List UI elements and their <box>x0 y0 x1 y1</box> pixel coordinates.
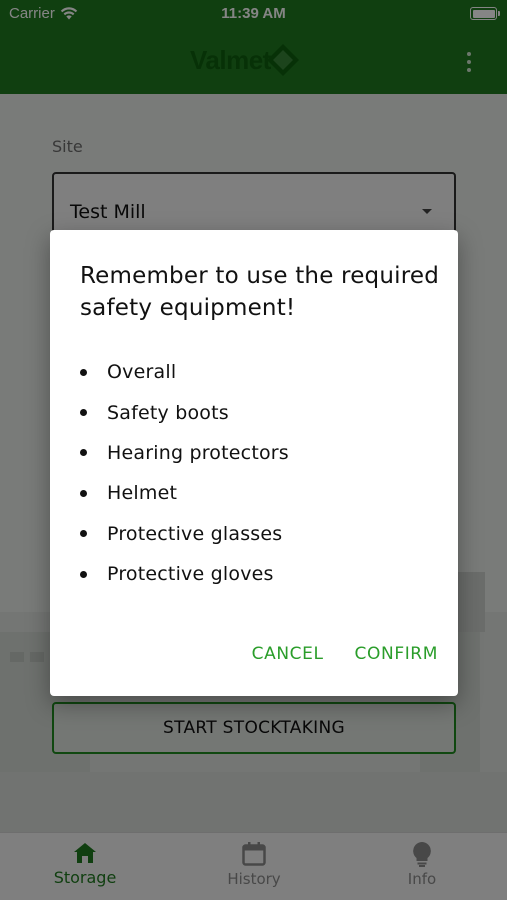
list-item-label: Protective gloves <box>107 563 274 586</box>
list-item-label: Safety boots <box>107 401 229 424</box>
cancel-button[interactable]: CANCEL <box>252 644 324 664</box>
safety-equipment-list: Overall Safety boots Hearing protectors … <box>80 352 289 594</box>
bullet-icon <box>80 489 87 497</box>
confirm-button[interactable]: CONFIRM <box>355 644 438 664</box>
bullet-icon <box>80 449 87 457</box>
list-item: Protective gloves <box>80 554 289 594</box>
list-item: Protective glasses <box>80 514 289 554</box>
list-item: Hearing protectors <box>80 433 289 473</box>
list-item: Helmet <box>80 473 289 513</box>
list-item-label: Hearing protectors <box>107 441 289 464</box>
bullet-icon <box>80 570 87 578</box>
safety-equipment-dialog: Remember to use the required safety equi… <box>50 230 458 696</box>
list-item-label: Protective glasses <box>107 522 283 545</box>
list-item: Safety boots <box>80 392 289 432</box>
list-item-label: Overall <box>107 361 177 384</box>
bullet-icon <box>80 530 87 538</box>
list-item-label: Helmet <box>107 482 178 505</box>
bullet-icon <box>80 409 87 417</box>
list-item: Overall <box>80 352 289 392</box>
dialog-title: Remember to use the required safety equi… <box>80 263 440 321</box>
dialog-actions: CANCEL CONFIRM <box>252 644 438 664</box>
bullet-icon <box>80 368 87 376</box>
